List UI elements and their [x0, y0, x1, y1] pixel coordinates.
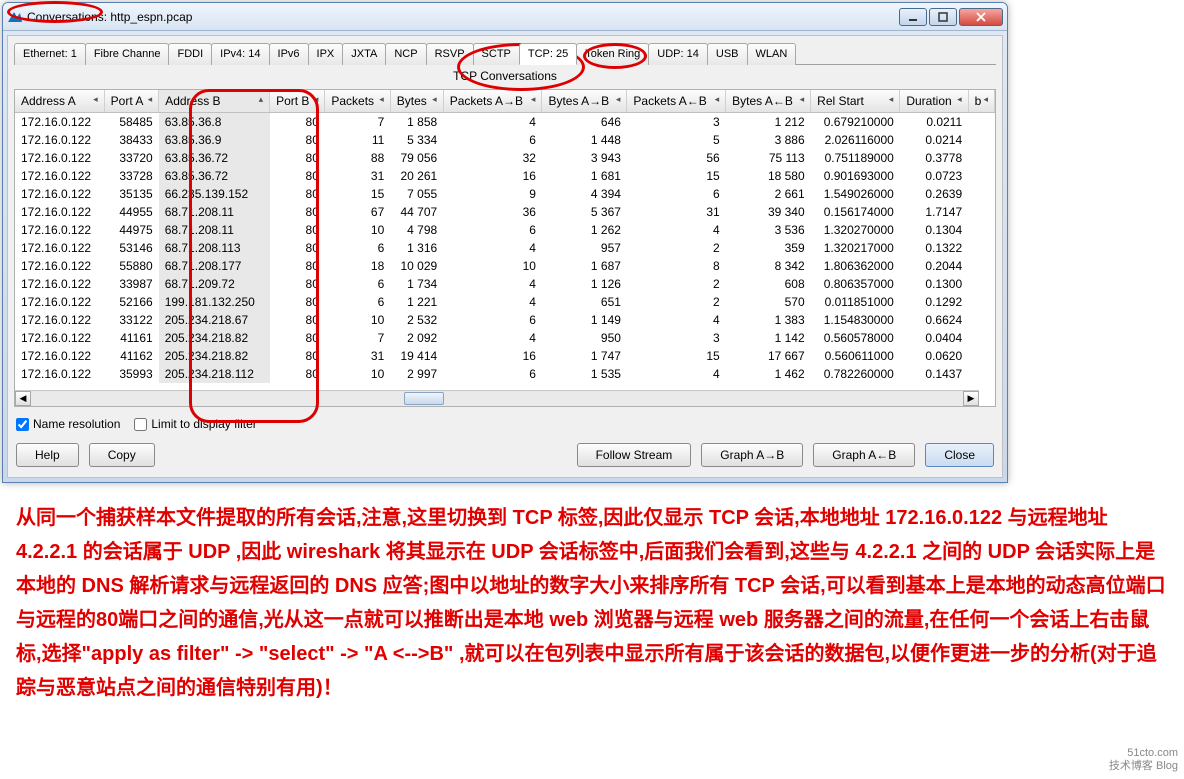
conversations-table: Address A◂Port A◂Address B▴Port B◂Packet… — [15, 90, 995, 383]
tab-sctp[interactable]: SCTP — [473, 43, 520, 65]
title-bar[interactable]: Conversations: http_espn.pcap — [3, 3, 1007, 31]
table-row[interactable]: 172.16.0.1223372063.85.36.72808879 05632… — [15, 149, 995, 167]
conversations-window: Conversations: http_espn.pcap Ethernet: … — [2, 2, 1008, 483]
minimize-button[interactable] — [899, 8, 927, 26]
table-row[interactable]: 172.16.0.12241161205.234.218.828072 0924… — [15, 329, 995, 347]
col-address-b[interactable]: Address B▴ — [159, 90, 270, 113]
scroll-right-button[interactable]: ▶ — [963, 391, 979, 406]
col-rel-start[interactable]: Rel Start◂ — [811, 90, 900, 113]
scroll-track[interactable] — [31, 391, 963, 406]
table-row[interactable]: 172.16.0.1223843363.85.36.980115 33461 4… — [15, 131, 995, 149]
app-icon — [7, 9, 23, 25]
graph-ba-button[interactable]: Graph A←B — [813, 443, 915, 467]
col-port-b[interactable]: Port B◂ — [270, 90, 325, 113]
tab-rsvp[interactable]: RSVP — [426, 43, 474, 65]
window-title: Conversations: http_espn.pcap — [27, 10, 899, 24]
table-row[interactable]: 172.16.0.1224495568.71.208.11806744 7073… — [15, 203, 995, 221]
limit-filter-input[interactable] — [134, 418, 147, 431]
table-row[interactable]: 172.16.0.1225588068.71.208.177801810 029… — [15, 257, 995, 275]
col-bytes-a-b[interactable]: Bytes A→B◂ — [542, 90, 627, 113]
tab-ipx[interactable]: IPX — [308, 43, 344, 65]
col-b[interactable]: b◂ — [968, 90, 994, 113]
tab-ipv6[interactable]: IPv6 — [269, 43, 309, 65]
col-bytes[interactable]: Bytes◂ — [390, 90, 443, 113]
table-row[interactable]: 172.16.0.12241162205.234.218.82803119 41… — [15, 347, 995, 365]
tab-udp-14[interactable]: UDP: 14 — [648, 43, 708, 65]
col-address-a[interactable]: Address A◂ — [15, 90, 104, 113]
table-header-row: Address A◂Port A◂Address B▴Port B◂Packet… — [15, 90, 995, 113]
col-duration[interactable]: Duration◂ — [900, 90, 968, 113]
tab-token-ring[interactable]: Token Ring — [576, 43, 649, 65]
name-resolution-input[interactable] — [16, 418, 29, 431]
tab-tcp-25[interactable]: TCP: 25 — [519, 43, 577, 65]
table-row[interactable]: 172.16.0.12233122205.234.218.6780102 532… — [15, 311, 995, 329]
protocol-tabs: Ethernet: 1Fibre ChanneFDDIIPv4: 14IPv6I… — [14, 42, 996, 65]
graph-ab-button[interactable]: Graph A→B — [701, 443, 803, 467]
conversations-table-wrap: Address A◂Port A◂Address B▴Port B◂Packet… — [14, 89, 996, 407]
col-packets-a-b[interactable]: Packets A→B◂ — [443, 90, 542, 113]
limit-filter-checkbox[interactable]: Limit to display filter — [134, 417, 256, 431]
table-row[interactable]: 172.16.0.1223513566.235.139.15280157 055… — [15, 185, 995, 203]
table-row[interactable]: 172.16.0.12252166199.181.132.2508061 221… — [15, 293, 995, 311]
table-row[interactable]: 172.16.0.1223398768.71.209.728061 73441 … — [15, 275, 995, 293]
table-row[interactable]: 172.16.0.12235993205.234.218.11280102 99… — [15, 365, 995, 383]
panel-subtitle: TCP Conversations — [14, 69, 996, 83]
tab-jxta[interactable]: JXTA — [342, 43, 386, 65]
scroll-thumb[interactable] — [404, 392, 444, 405]
table-row[interactable]: 172.16.0.1225848563.85.36.88071 85846463… — [15, 113, 995, 132]
table-row[interactable]: 172.16.0.1224497568.71.208.1180104 79861… — [15, 221, 995, 239]
watermark: 51cto.com 技术博客 Blog — [1109, 747, 1178, 773]
table-row[interactable]: 172.16.0.1225314668.71.208.1138061 31649… — [15, 239, 995, 257]
window-body: Ethernet: 1Fibre ChanneFDDIIPv4: 14IPv6I… — [7, 35, 1003, 478]
table-row[interactable]: 172.16.0.1223372863.85.36.72803120 26116… — [15, 167, 995, 185]
button-row: Help Copy Follow Stream Graph A→B Graph … — [16, 443, 994, 467]
tab-fddi[interactable]: FDDI — [168, 43, 212, 65]
options-row: Name resolution Limit to display filter — [16, 417, 994, 431]
copy-button[interactable]: Copy — [89, 443, 155, 467]
close-window-button[interactable] — [959, 8, 1003, 26]
tab-ipv4-14[interactable]: IPv4: 14 — [211, 43, 269, 65]
horizontal-scrollbar[interactable]: ◀ ▶ — [15, 390, 979, 406]
tab-wlan[interactable]: WLAN — [747, 43, 797, 65]
tab-ethernet-1[interactable]: Ethernet: 1 — [14, 43, 86, 65]
tab-usb[interactable]: USB — [707, 43, 748, 65]
close-button[interactable]: Close — [925, 443, 994, 467]
tab-fibre-channe[interactable]: Fibre Channe — [85, 43, 170, 65]
col-packets-a-b[interactable]: Packets A←B◂ — [627, 90, 726, 113]
col-bytes-a-b[interactable]: Bytes A←B◂ — [726, 90, 811, 113]
follow-stream-button[interactable]: Follow Stream — [577, 443, 692, 467]
scroll-left-button[interactable]: ◀ — [15, 391, 31, 406]
maximize-button[interactable] — [929, 8, 957, 26]
name-resolution-checkbox[interactable]: Name resolution — [16, 417, 120, 431]
help-button[interactable]: Help — [16, 443, 79, 467]
col-packets[interactable]: Packets◂ — [325, 90, 390, 113]
tab-ncp[interactable]: NCP — [385, 43, 426, 65]
commentary-text: 从同一个捕获样本文件提取的所有会话,注意,这里切换到 TCP 标签,因此仅显示 … — [16, 501, 1166, 705]
col-port-a[interactable]: Port A◂ — [104, 90, 159, 113]
